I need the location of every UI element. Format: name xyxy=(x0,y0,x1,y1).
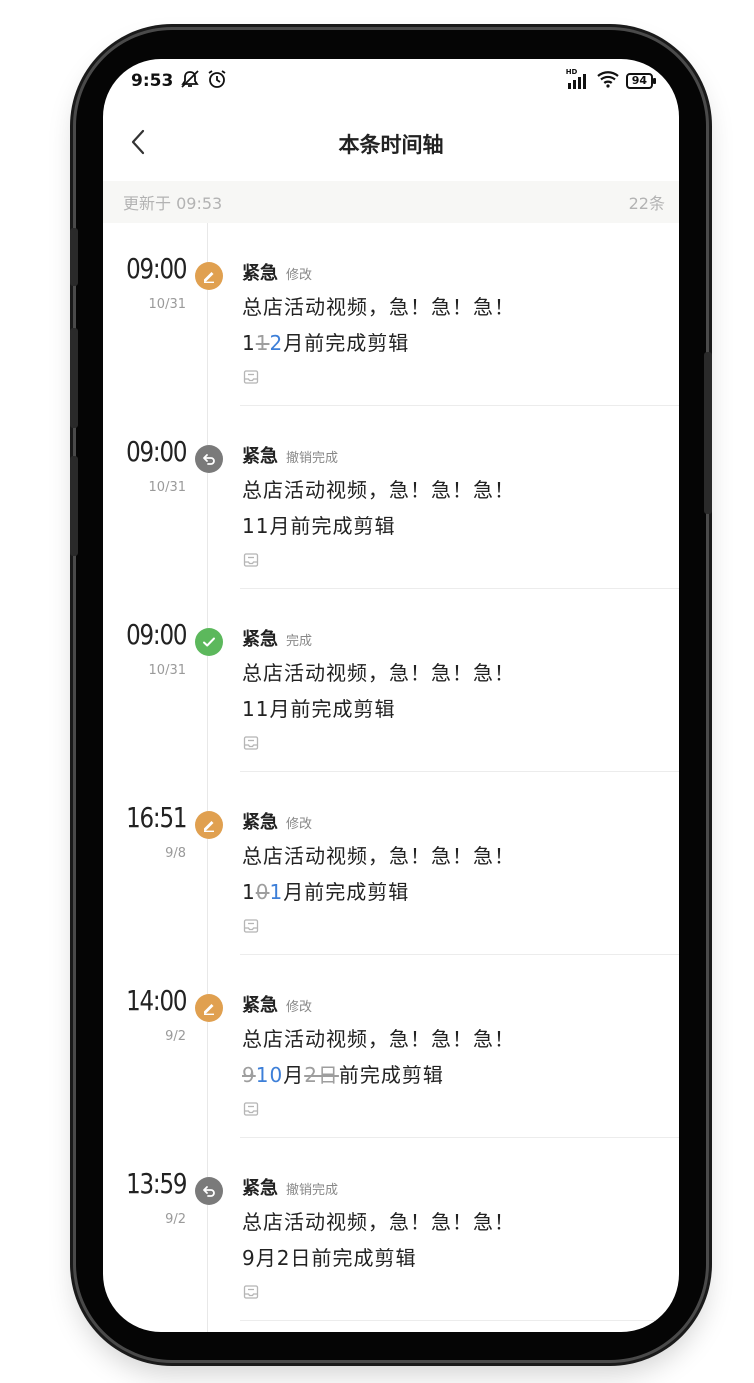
entry-time: 14:00 xyxy=(125,984,187,1017)
entry-content-line1: 总店活动视频，急！急！急！ xyxy=(242,1210,515,1234)
edit-icon xyxy=(195,994,223,1022)
entry-count-text: 22条 xyxy=(628,194,665,213)
battery-indicator: 94 xyxy=(625,73,657,89)
entry-content-line2: 11月前完成剪辑 xyxy=(242,510,395,539)
entry-divider xyxy=(240,1320,679,1321)
deleted-text: 2日 xyxy=(304,1063,339,1087)
entry-tag: 紧急 xyxy=(242,1178,278,1199)
content-text: 9月2日前完成剪辑 xyxy=(242,1246,417,1270)
nav-header: 本条时间轴 xyxy=(103,119,679,169)
timeline-entry[interactable]: 16:51 9/8 紧急 修改 总店活动视频，急！急！急！ 101月前完成剪辑 xyxy=(103,772,679,955)
wifi-icon xyxy=(596,70,620,92)
entry-action: 撤销完成 xyxy=(286,1183,339,1198)
content-text: 月前完成剪辑 xyxy=(283,331,410,355)
entry-time: 13:59 xyxy=(125,1167,187,1200)
edit-icon xyxy=(195,811,223,839)
signal-icon: HD xyxy=(566,68,590,89)
status-time: 9:53 xyxy=(131,71,174,91)
entry-time: 09:00 xyxy=(125,618,187,651)
entry-date: 10/31 xyxy=(148,663,186,678)
alarm-icon xyxy=(207,69,227,94)
entry-content-line1: 总店活动视频，急！急！急！ xyxy=(242,1027,515,1051)
phone-screen: 9:53 HD 94 本条时间轴 更新于 09:53 22条 09:00 10/… xyxy=(103,59,679,1332)
updated-time-text: 更新于 09:53 xyxy=(123,194,223,213)
inbox-icon xyxy=(243,369,259,389)
side-button-action xyxy=(70,228,78,286)
entry-action: 修改 xyxy=(286,1000,313,1015)
content-text: 11月前完成剪辑 xyxy=(242,697,396,721)
entry-content-line2: 910月2日前完成剪辑 xyxy=(242,1059,444,1088)
deleted-text: 1 xyxy=(255,331,270,355)
deleted-text: 9 xyxy=(242,1063,256,1087)
status-right: HD 94 xyxy=(566,68,657,92)
edit-icon xyxy=(195,262,223,290)
inserted-text: 2 xyxy=(269,331,284,355)
mute-icon xyxy=(179,69,201,94)
deleted-text: 0 xyxy=(255,880,270,904)
content-text: 1 xyxy=(242,880,256,904)
content-text: 月 xyxy=(283,1063,305,1087)
entry-date: 10/31 xyxy=(148,297,186,312)
entry-title: 紧急 修改 xyxy=(242,991,312,1017)
entry-title: 紧急 完成 xyxy=(242,625,312,651)
entry-content-line2: 101月前完成剪辑 xyxy=(242,876,409,905)
entry-action: 完成 xyxy=(286,634,313,649)
entry-date: 9/2 xyxy=(165,1029,186,1044)
entry-title: 紧急 撤销完成 xyxy=(242,442,338,468)
check-icon xyxy=(195,628,223,656)
inbox-icon xyxy=(243,1101,259,1121)
entry-title: 紧急 修改 xyxy=(242,808,312,834)
entry-date: 9/2 xyxy=(165,1212,186,1227)
signal-hd-label: HD xyxy=(565,68,578,76)
status-left: 9:53 xyxy=(131,69,227,94)
inbox-icon xyxy=(243,552,259,572)
inserted-text: 10 xyxy=(255,1063,284,1087)
entry-content-line1: 总店活动视频，急！急！急！ xyxy=(242,661,515,685)
side-button-volume-down xyxy=(70,456,78,556)
content-text: 前完成剪辑 xyxy=(338,1063,444,1087)
entry-time: 16:51 xyxy=(125,801,187,834)
entry-content-line2: 112月前完成剪辑 xyxy=(242,327,409,356)
entry-content-line1: 总店活动视频，急！急！急！ xyxy=(242,295,515,319)
inserted-text: 1 xyxy=(269,880,284,904)
timeline-entry[interactable]: 09:00 10/31 紧急 完成总店活动视频，急！急！急！ 11月前完成剪辑 xyxy=(103,589,679,772)
content-text: 1 xyxy=(242,331,256,355)
inbox-icon xyxy=(243,1284,259,1304)
side-button-power xyxy=(704,352,712,514)
entry-title: 紧急 撤销完成 xyxy=(242,1174,338,1200)
entry-title: 紧急 修改 xyxy=(242,259,312,285)
entry-tag: 紧急 xyxy=(242,446,278,467)
entry-content-line2: 11月前完成剪辑 xyxy=(242,693,395,722)
entry-tag: 紧急 xyxy=(242,629,278,650)
entry-action: 修改 xyxy=(286,817,313,832)
page-title: 本条时间轴 xyxy=(338,133,444,157)
entry-tag: 紧急 xyxy=(242,995,278,1016)
content-text: 11月前完成剪辑 xyxy=(242,514,396,538)
entry-time: 09:00 xyxy=(125,435,187,468)
inbox-icon xyxy=(243,735,259,755)
entry-content-line1: 总店活动视频，急！急！急！ xyxy=(242,478,515,502)
entry-date: 10/31 xyxy=(148,480,186,495)
entry-tag: 紧急 xyxy=(242,812,278,833)
update-bar: 更新于 09:53 22条 xyxy=(103,181,679,223)
timeline-entry[interactable]: 13:59 9/2 紧急 撤销完成总店活动视频，急！急！急！ 9月2日前完成剪辑 xyxy=(103,1138,679,1321)
entry-date: 9/8 xyxy=(165,846,186,861)
status-bar: 9:53 HD 94 xyxy=(103,59,679,103)
undo-icon xyxy=(195,1177,223,1205)
entry-time: 09:00 xyxy=(125,252,187,285)
content-text: 月前完成剪辑 xyxy=(283,880,410,904)
timeline-entry[interactable]: 09:00 10/31 紧急 撤销完成总店活动视频，急！急！急！ 11月前完成剪辑 xyxy=(103,406,679,589)
entry-action: 撤销完成 xyxy=(286,451,339,466)
timeline-entry[interactable]: 14:00 9/2 紧急 修改总店活动视频，急！急！急！ 910月2日前完成剪辑 xyxy=(103,955,679,1138)
entry-content-line1: 总店活动视频，急！急！急！ xyxy=(242,844,515,868)
entry-action: 修改 xyxy=(286,268,313,283)
undo-icon xyxy=(195,445,223,473)
entry-tag: 紧急 xyxy=(242,263,278,284)
inbox-icon xyxy=(243,918,259,938)
side-button-volume-up xyxy=(70,328,78,428)
timeline-entry[interactable]: 09:00 10/31 紧急 修改总店活动视频，急！急！急！ 112月前完成剪辑 xyxy=(103,223,679,406)
entry-content-line2: 9月2日前完成剪辑 xyxy=(242,1242,416,1271)
